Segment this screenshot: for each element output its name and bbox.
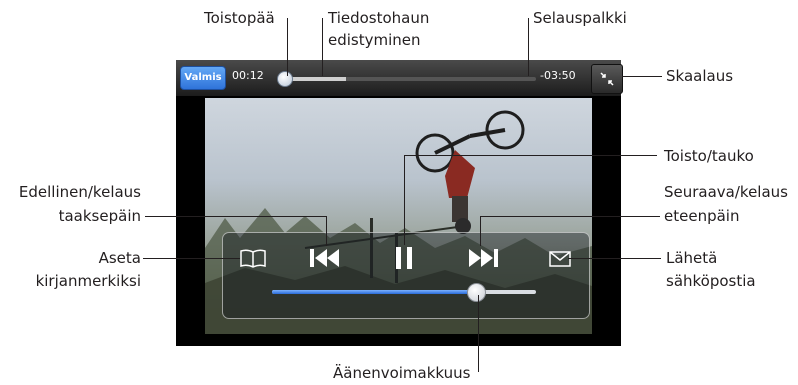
callout-line-play-pause-v <box>404 155 405 245</box>
scale-arrows-icon <box>600 72 614 86</box>
callout-download-line2: edistyminen <box>328 31 421 49</box>
callout-prev-line1: Edellinen/kelaus <box>18 183 141 201</box>
scale-button[interactable] <box>591 64 623 94</box>
callout-line-scrubber <box>528 18 529 76</box>
play-pause-button[interactable] <box>388 242 420 274</box>
callout-line-volume <box>478 295 479 372</box>
callout-line-email <box>568 258 661 259</box>
callout-prev-line2: taaksepäin <box>58 207 141 225</box>
callout-playhead: Toistopää <box>204 9 275 27</box>
callout-email-line1: Lähetä <box>666 249 718 267</box>
callout-email-line2: sähköpostia <box>666 272 756 290</box>
callout-next-line2: eteenpäin <box>664 207 740 225</box>
callout-download-line1: Tiedostohaun <box>328 9 430 27</box>
callout-line-scale <box>622 76 662 77</box>
callout-scrubber: Selauspalkki <box>533 9 627 27</box>
time-remaining: -03:50 <box>540 69 576 82</box>
bookmark-button[interactable] <box>236 247 270 273</box>
previous-rewind-button[interactable] <box>305 242 345 274</box>
email-button[interactable] <box>545 247 575 271</box>
callout-bookmark-line2: kirjanmerkiksi <box>35 272 141 290</box>
callout-line-bookmark <box>143 258 240 259</box>
callout-line-prev-h <box>145 216 327 217</box>
callout-play-pause: Toisto/tauko <box>664 147 754 165</box>
pause-icon <box>396 247 412 269</box>
volume-slider-knob[interactable] <box>467 283 486 302</box>
callout-line-prev-v <box>326 216 327 246</box>
callout-line-next-v <box>480 216 481 246</box>
book-icon <box>240 249 266 268</box>
callout-line-playhead <box>287 18 288 76</box>
callout-next-line1: Seuraava/kelaus <box>664 183 788 201</box>
callout-bookmark-line1: Aseta <box>98 249 141 267</box>
skip-back-icon <box>310 249 339 267</box>
skip-forward-icon <box>469 249 498 267</box>
callout-scale: Skaalaus <box>666 67 734 85</box>
time-elapsed: 00:12 <box>232 69 264 82</box>
callout-line-play-pause-h <box>404 155 657 156</box>
callout-line-next-h <box>480 216 660 217</box>
done-button[interactable]: Valmis <box>180 66 226 90</box>
callout-line-download <box>322 18 323 76</box>
volume-slider-fill <box>272 290 476 294</box>
playhead-handle[interactable] <box>277 71 293 87</box>
next-forward-button[interactable] <box>463 242 503 274</box>
envelope-icon <box>549 251 571 267</box>
callout-volume: Äänenvoimakkuus <box>333 364 471 382</box>
